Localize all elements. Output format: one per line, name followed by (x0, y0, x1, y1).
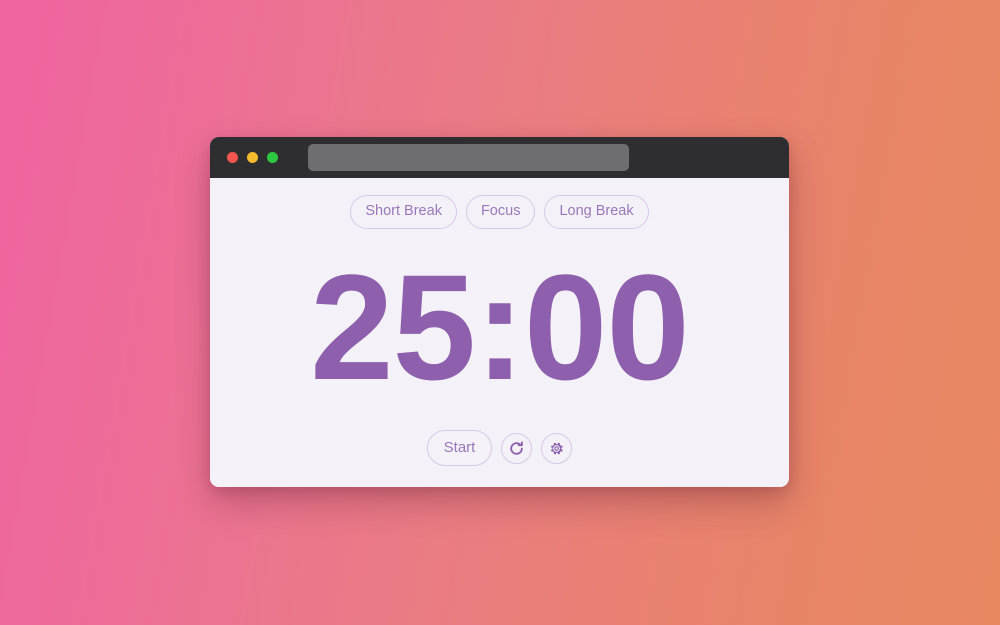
minimize-window-button[interactable] (247, 152, 258, 163)
reset-refresh-icon (508, 440, 525, 457)
address-bar-input[interactable] (308, 144, 629, 171)
pomodoro-app: Short Break Focus Long Break 25:00 Start (210, 178, 789, 487)
start-button[interactable]: Start (426, 430, 493, 466)
desktop-background: Short Break Focus Long Break 25:00 Start (0, 0, 1000, 625)
timer-region: 25:00 (210, 225, 789, 431)
settings-button[interactable] (541, 432, 573, 464)
gear-icon (549, 441, 564, 456)
mode-selector: Short Break Focus Long Break (350, 195, 649, 229)
maximize-window-button[interactable] (267, 152, 278, 163)
traffic-light-group (227, 152, 278, 163)
mode-button-long-break[interactable]: Long Break (544, 195, 649, 229)
timer-controls: Start (426, 430, 573, 466)
window-titlebar (210, 137, 789, 178)
reset-button[interactable] (501, 432, 533, 464)
close-window-button[interactable] (227, 152, 238, 163)
mode-button-focus[interactable]: Focus (465, 195, 536, 229)
timer-display: 25:00 (310, 243, 690, 412)
browser-window: Short Break Focus Long Break 25:00 Start (210, 137, 789, 487)
mode-button-short-break[interactable]: Short Break (350, 195, 457, 229)
